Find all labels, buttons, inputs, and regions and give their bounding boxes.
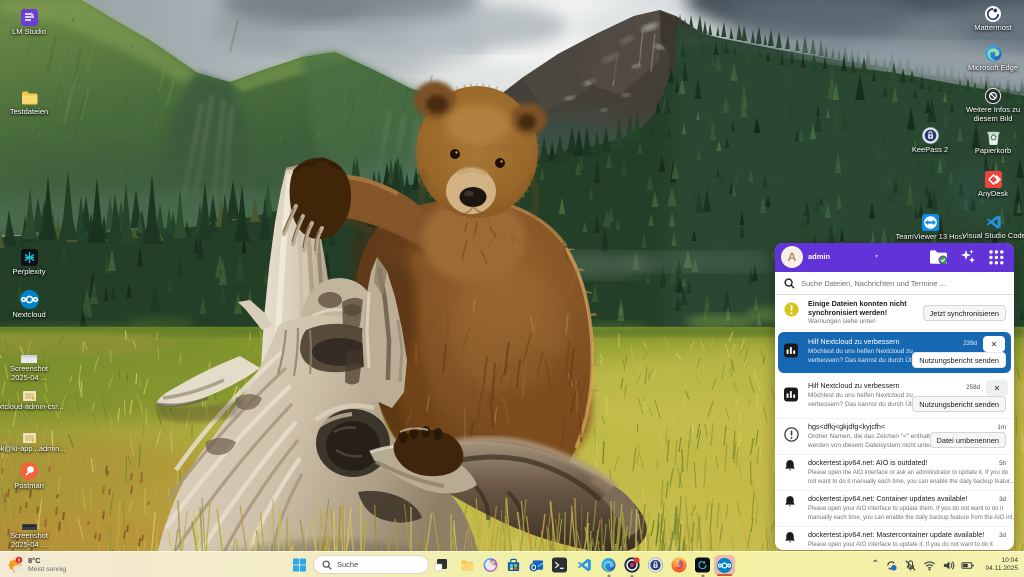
svg-text:6: 6 bbox=[18, 558, 21, 563]
